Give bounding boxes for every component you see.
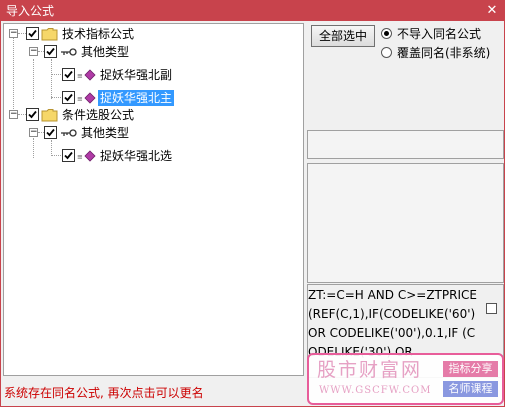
check-mark-icon xyxy=(64,151,73,160)
status-message: 系统存在同名公式, 再次点击可以更名 xyxy=(4,386,204,400)
watermark-tag-course: 名师课程 xyxy=(443,381,498,397)
tree-checkbox[interactable] xyxy=(62,149,75,162)
tree-node-tech-indicator[interactable]: − 技术指标公式 xyxy=(4,25,204,43)
tree-checkbox[interactable] xyxy=(62,91,75,104)
svg-text:≡: ≡ xyxy=(77,153,83,161)
radio-dot xyxy=(384,31,389,36)
window-title: 导入公式 xyxy=(6,4,55,18)
select-all-button[interactable]: 全部选中 xyxy=(311,25,375,47)
formula-icon: ≡ xyxy=(77,92,96,104)
watermark-brand: 股市财富网 xyxy=(317,359,423,381)
check-mark-icon xyxy=(64,70,73,79)
watermark-url: WWW.GSCFW.COM xyxy=(319,385,432,396)
site-watermark: 股市财富网 WWW.GSCFW.COM 指标分享 名师课程 xyxy=(307,353,504,405)
folder-icon xyxy=(41,109,58,122)
tree-node-label: 条件选股公式 xyxy=(62,108,135,122)
check-mark-icon xyxy=(46,47,55,56)
collapse-icon[interactable]: − xyxy=(9,29,18,38)
key-icon xyxy=(61,129,77,137)
tree-node-label: 其他类型 xyxy=(81,126,130,140)
tree-node-label: 其他类型 xyxy=(81,45,130,59)
folder-icon xyxy=(41,28,58,41)
collapse-icon[interactable]: − xyxy=(29,47,38,56)
formula-tree: − 技术指标公式 − 其他类型 ≡ 捉妖华强北副 ≡ 捉妖华强北主 − 条件选股… xyxy=(3,23,304,376)
formula-icon: ≡ xyxy=(77,69,96,81)
tree-checkbox[interactable] xyxy=(44,45,57,58)
tree-checkbox[interactable] xyxy=(26,27,39,40)
check-mark-icon xyxy=(64,93,73,102)
tree-node-formula-selected[interactable]: ≡ 捉妖华强北主 xyxy=(4,89,224,107)
description-box[interactable] xyxy=(307,163,504,283)
collapse-icon[interactable]: − xyxy=(29,128,38,137)
formula-icon: ≡ xyxy=(77,150,96,162)
preview-checkbox[interactable] xyxy=(486,303,497,314)
tree-node-other-type[interactable]: − 其他类型 xyxy=(4,124,204,142)
radio-button[interactable] xyxy=(381,28,392,39)
svg-text:≡: ≡ xyxy=(77,95,83,103)
tree-node-condition-select[interactable]: − 条件选股公式 xyxy=(4,106,204,124)
tree-node-other-type[interactable]: − 其他类型 xyxy=(4,43,204,61)
tree-node-label: 捉妖华强北主 xyxy=(98,90,175,106)
collapse-icon[interactable]: − xyxy=(9,110,18,119)
check-mark-icon xyxy=(28,29,37,38)
tree-node-label: 技术指标公式 xyxy=(62,27,135,41)
tree-checkbox[interactable] xyxy=(44,126,57,139)
close-icon[interactable]: ✕ xyxy=(484,2,500,19)
key-icon xyxy=(61,48,77,56)
tree-checkbox[interactable] xyxy=(62,68,75,81)
radio-skip-same-name[interactable]: 不导入同名公式 xyxy=(381,26,501,42)
title-bar: 导入公式 ✕ xyxy=(1,1,504,21)
name-field[interactable] xyxy=(307,130,504,159)
watermark-tag-share: 指标分享 xyxy=(443,361,498,377)
radio-label: 不导入同名公式 xyxy=(397,27,482,41)
tree-node-label: 捉妖华强北副 xyxy=(100,68,173,82)
tree-node-formula[interactable]: ≡ 捉妖华强北副 xyxy=(4,66,224,84)
radio-label: 覆盖同名(非系统) xyxy=(397,46,491,60)
check-mark-icon xyxy=(28,110,37,119)
svg-text:≡: ≡ xyxy=(77,72,83,80)
check-mark-icon xyxy=(46,128,55,137)
import-formula-dialog: 导入公式 ✕ − 技术指标公式 − 其他类型 ≡ 捉妖华强北副 ≡ 捉妖华强北主… xyxy=(0,0,505,407)
radio-button[interactable] xyxy=(381,47,392,58)
tree-node-label: 捉妖华强北选 xyxy=(100,149,173,163)
radio-overwrite-same-name[interactable]: 覆盖同名(非系统) xyxy=(381,45,505,61)
tree-checkbox[interactable] xyxy=(26,108,39,121)
tree-node-formula[interactable]: ≡ 捉妖华强北选 xyxy=(4,147,224,165)
